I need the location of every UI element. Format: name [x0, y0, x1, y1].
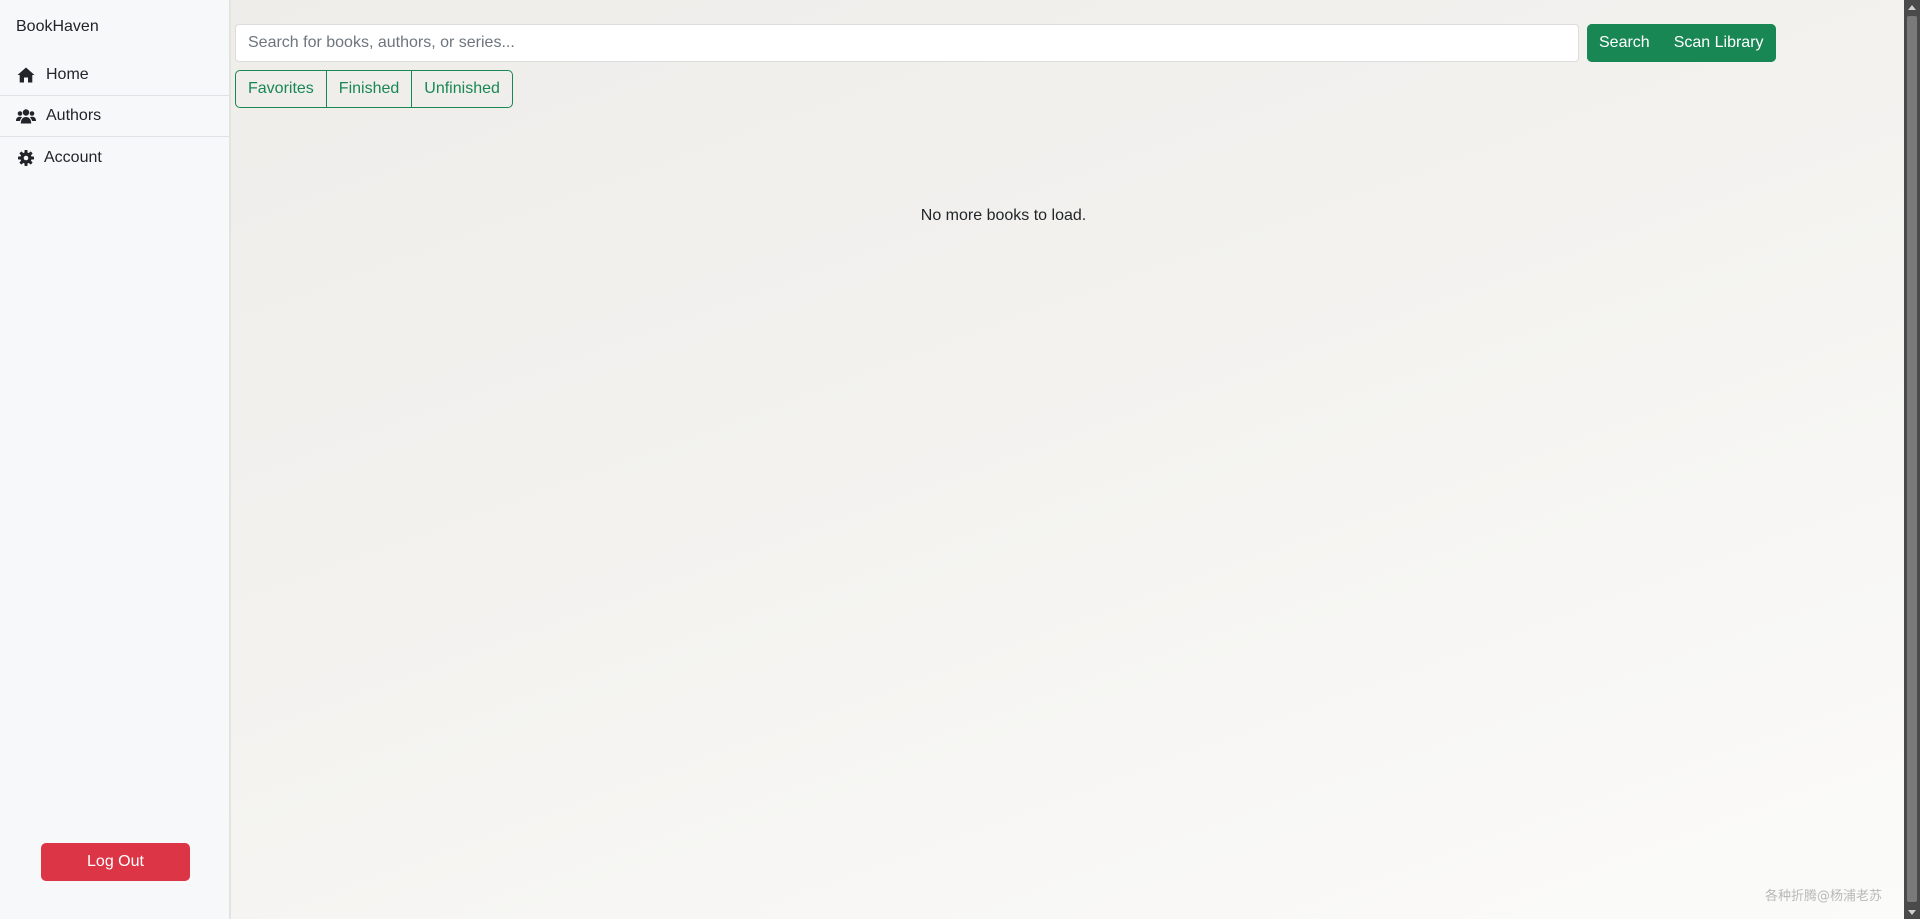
- logout-button[interactable]: Log Out: [41, 843, 190, 881]
- sidebar-item-label: Authors: [46, 107, 102, 124]
- filter-button-group: Favorites Finished Unfinished: [235, 70, 513, 108]
- search-input[interactable]: [235, 24, 1579, 62]
- home-icon: [16, 66, 36, 84]
- app-brand[interactable]: BookHaven: [16, 18, 99, 36]
- search-button[interactable]: Search: [1587, 24, 1662, 62]
- sidebar-item-account[interactable]: Account: [0, 137, 230, 178]
- scroll-down-arrow-icon[interactable]: [1904, 905, 1920, 919]
- sidebar: BookHaven Home Authors Account Log Out: [0, 0, 230, 919]
- filter-unfinished-button[interactable]: Unfinished: [412, 71, 512, 107]
- sidebar-item-home[interactable]: Home: [0, 55, 230, 96]
- empty-state-message: No more books to load.: [920, 207, 1087, 224]
- main-content: Search Scan Library Favorites Finished U…: [231, 0, 1904, 919]
- gear-icon: [16, 149, 36, 167]
- scroll-up-arrow-icon[interactable]: [1904, 0, 1920, 14]
- vertical-scrollbar[interactable]: [1904, 0, 1920, 919]
- sidebar-item-label: Account: [44, 148, 102, 166]
- search-bar: Search Scan Library: [235, 24, 1776, 62]
- sidebar-item-label: Home: [46, 66, 89, 83]
- users-icon: [16, 107, 36, 125]
- scan-library-button[interactable]: Scan Library: [1661, 24, 1776, 62]
- watermark: 各种折腾@杨浦老苏: [1764, 889, 1882, 904]
- search-button-group: Search Scan Library: [1587, 24, 1776, 62]
- scrollbar-thumb[interactable]: [1907, 16, 1917, 902]
- sidebar-nav: Home Authors Account: [0, 55, 230, 178]
- filter-finished-button[interactable]: Finished: [327, 71, 413, 107]
- filter-favorites-button[interactable]: Favorites: [236, 71, 327, 107]
- sidebar-item-authors[interactable]: Authors: [0, 96, 230, 137]
